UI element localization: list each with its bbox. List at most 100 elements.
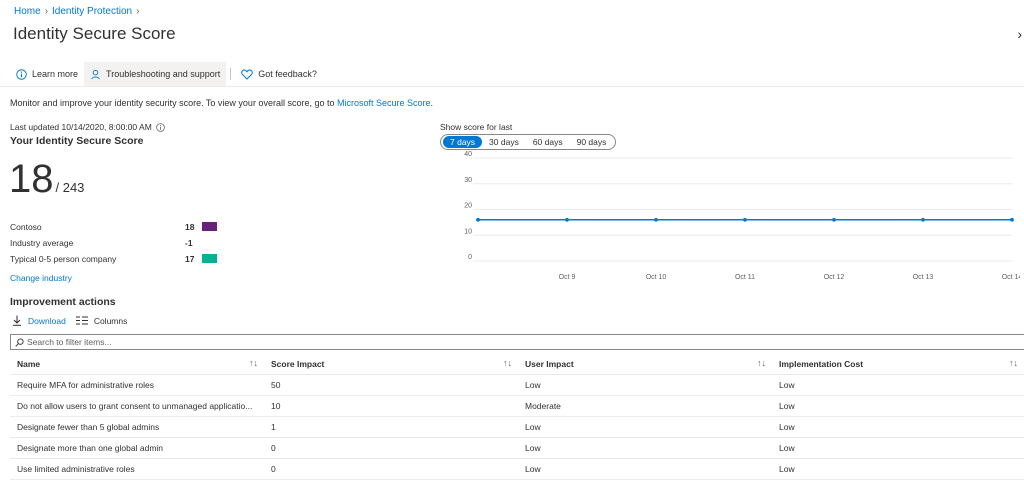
y-tick-label: 20 [464,203,472,210]
intro-suffix: . [430,98,434,108]
data-point [565,217,569,222]
column-header-name[interactable]: Name ↑↓ [10,359,264,369]
data-point [476,217,480,222]
cell-user-impact: Moderate [525,401,561,411]
command-bar: Learn more Troubleshooting and support G… [10,62,323,86]
cell-name: Do not allow users to grant consent to u… [17,401,253,411]
columns-button[interactable]: Columns [94,316,128,326]
cell-name: Designate more than one global admin [17,443,164,453]
column-header-label: Name [17,358,41,369]
range-option-60-days[interactable]: 60 days [526,136,570,148]
score-total: / 243 [55,180,85,195]
cell-score-impact: 0 [271,464,276,474]
column-header-score-impact[interactable]: Score Impact ↑↓ [264,359,518,369]
comparison-row-typical-company: Typical 0-5 person company 17 [10,254,220,266]
feedback-label: Got feedback? [258,69,317,79]
y-tick-label: 0 [468,254,472,261]
cell-implementation-cost: Low [779,422,795,432]
column-header-label: User Impact [525,358,574,369]
cell-name: Require MFA for administrative roles [17,380,154,390]
person-support-icon [91,69,100,79]
toolbar-divider [230,68,232,80]
cell-score-impact: 0 [271,443,276,453]
score-value: 18 [9,157,54,201]
score-trend-chart: 0 10 20 30 40 Oct 9 Oct 10 Oct 11 Oct 12 Oct 13 Oc… [464,151,1020,281]
improvement-actions-heading: Improvement actions [10,296,116,308]
x-tick-label: Oct 12 [824,274,845,281]
microsoft-secure-score-link[interactable]: Microsoft Secure Score [337,98,431,108]
range-selector: 7 days 30 days 60 days 90 days [440,134,617,150]
intro-description: Monitor and improve your identity securi… [10,98,337,108]
breadcrumb: Home › Identity Protection › [14,6,139,17]
x-tick-label: Oct 10 [646,274,667,281]
comparison-swatch [202,254,217,263]
last-updated-text: Last updated 10/14/2020, 8:00:00 AM [10,122,152,132]
x-tick-label: Oct 13 [913,274,934,281]
range-option-90-days[interactable]: 90 days [570,136,614,148]
range-label: Show score for last [440,122,513,132]
comparison-label: Industry average [10,238,74,248]
download-icon[interactable] [12,315,22,326]
cell-score-impact: 10 [271,401,281,411]
table-row[interactable]: Designate more than one global admin 0 L… [10,438,1024,459]
chevron-right-icon[interactable]: › [1017,26,1022,42]
improvement-actions-table: Name ↑↓ Score Impact ↑↓ User Impact ↑↓ Impl… [10,353,1024,480]
comparison-row-contoso: Contoso 18 [10,222,220,234]
breadcrumb-identity-protection[interactable]: Identity Protection [52,6,132,17]
chevron-right-icon: › [44,6,49,17]
sort-icon[interactable]: ↑↓ [1009,359,1018,368]
last-updated: Last updated 10/14/2020, 8:00:00 AM [10,122,165,132]
download-button[interactable]: Download [28,316,66,326]
range-option-30-days[interactable]: 30 days [482,136,526,148]
learn-more-label: Learn more [32,69,79,79]
change-industry-link[interactable]: Change industry [10,273,72,283]
learn-more-button[interactable]: Learn more [10,62,84,86]
sort-icon[interactable]: ↑↓ [757,359,766,368]
comparison-value: -1 [185,238,193,248]
page-title: Identity Secure Score [13,24,176,43]
info-icon[interactable] [156,122,165,132]
y-tick-label: 40 [464,151,472,158]
toolbar-divider-line [0,86,1024,87]
sort-icon[interactable]: ↑↓ [503,359,512,368]
heart-icon [241,68,254,80]
cell-implementation-cost: Low [779,380,795,390]
comparison-label: Typical 0-5 person company [10,254,117,264]
search-icon [15,337,24,347]
table-row[interactable]: Require MFA for administrative roles 50 … [10,375,1024,396]
filter-placeholder: Search to filter items... [27,337,112,347]
columns-icon[interactable] [75,316,88,325]
filter-search-box[interactable]: Search to filter items... [10,334,1024,350]
breadcrumb-home[interactable]: Home [14,6,41,17]
troubleshooting-label: Troubleshooting and support [106,69,221,79]
cell-implementation-cost: Low [779,464,795,474]
feedback-button[interactable]: Got feedback? [235,62,323,86]
column-header-implementation-cost[interactable]: Implementation Cost ↑↓ [772,359,1024,369]
data-point [921,217,925,222]
y-tick-label: 10 [464,228,472,235]
comparison-row-industry-average: Industry average -1 [10,238,220,250]
info-icon [16,68,27,80]
cell-user-impact: Low [525,464,541,474]
chevron-right-icon: › [136,6,140,17]
table-row[interactable]: Designate fewer than 5 global admins 1 L… [10,417,1024,438]
sort-icon[interactable]: ↑↓ [249,359,258,368]
table-row[interactable]: Do not allow users to grant consent to u… [10,396,1024,417]
cell-user-impact: Low [525,422,541,432]
score-display: 18 / 243 [9,155,84,203]
column-header-user-impact[interactable]: User Impact ↑↓ [518,359,772,369]
data-point [654,217,658,222]
improvement-toolbar: Download Columns [12,315,127,326]
intro-text: Monitor and improve your identity securi… [10,98,433,108]
comparison-label: Contoso [10,222,42,232]
cell-name: Designate fewer than 5 global admins [17,422,160,432]
cell-score-impact: 1 [271,422,276,432]
table-row[interactable]: Use limited administrative roles 0 Low L… [10,459,1024,480]
cell-user-impact: Low [525,443,541,453]
column-header-label: Score Impact [271,358,325,369]
troubleshooting-button[interactable]: Troubleshooting and support [84,62,227,86]
y-tick-label: 30 [464,177,472,184]
data-point [832,217,836,222]
cell-user-impact: Low [525,380,541,390]
range-option-7-days[interactable]: 7 days [443,136,483,148]
